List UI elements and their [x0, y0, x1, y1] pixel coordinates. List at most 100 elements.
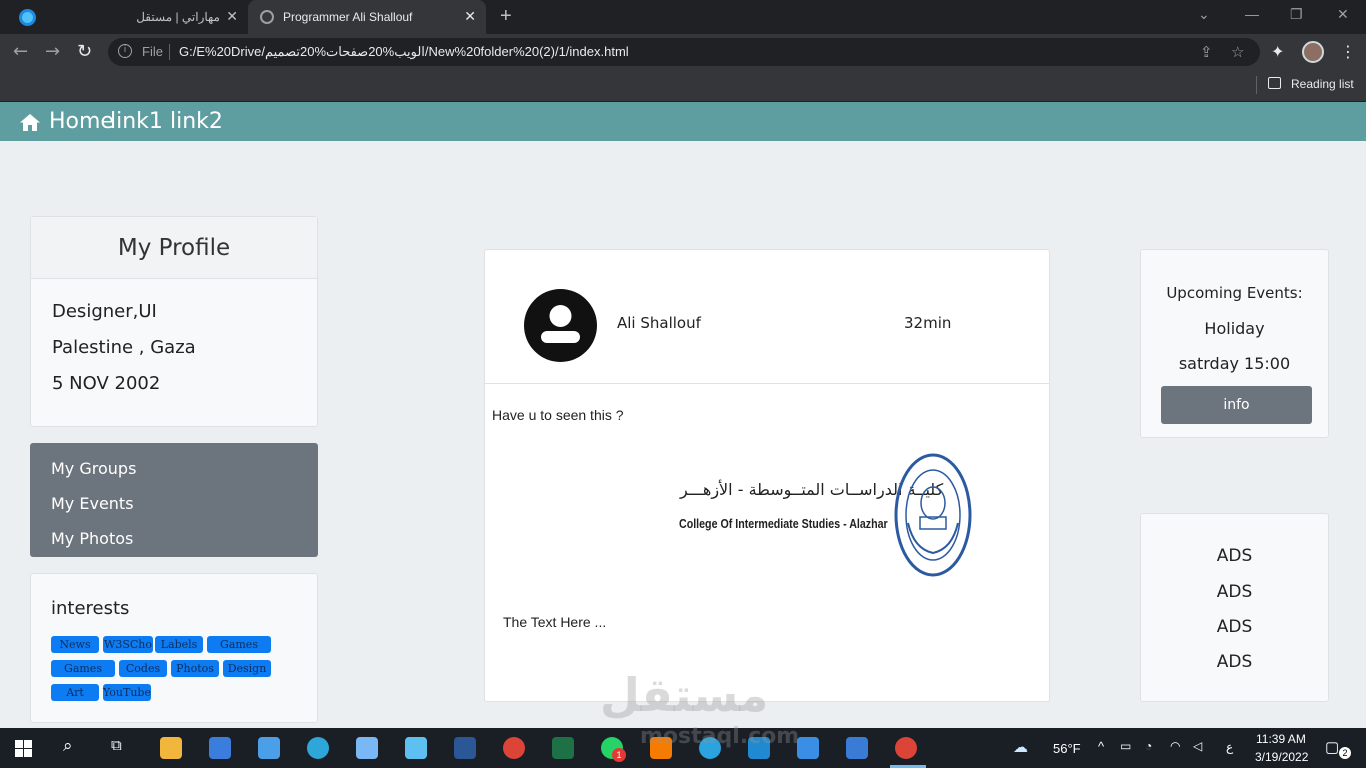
share-icon[interactable]: ⇪	[1200, 43, 1213, 61]
3d-viewer-icon[interactable]	[356, 737, 378, 759]
weather-icon[interactable]: ☁	[1013, 738, 1028, 756]
profile-avatar[interactable]	[1302, 41, 1324, 63]
chrome-active-icon[interactable]	[895, 737, 917, 759]
globe-icon	[260, 10, 274, 24]
profile-card-header: My Profile	[31, 217, 317, 279]
excel-icon[interactable]	[552, 737, 574, 759]
clock-time[interactable]: 11:39 AM	[1256, 732, 1306, 746]
scheme-label: File	[142, 44, 163, 59]
interest-tag[interactable]: Labels	[155, 636, 203, 653]
browser-toolbar: ← → ↻ i File G:/E%20Drive/الويب%20صفحات%…	[0, 34, 1366, 70]
nav-link1[interactable]: link1	[110, 109, 163, 134]
post-text: The Text Here ...	[503, 614, 607, 630]
video-player-icon[interactable]	[797, 737, 819, 759]
mail-icon[interactable]	[258, 737, 280, 759]
interest-tag[interactable]: Games	[51, 660, 115, 677]
profile-location: Palestine , Gaza	[52, 337, 196, 358]
interest-tag[interactable]: Art	[51, 684, 99, 701]
close-icon[interactable]: ✕	[226, 8, 238, 25]
tab-title: Programmer Ali Shallouf	[283, 10, 413, 24]
notification-badge: 1	[612, 748, 626, 762]
extensions-icon[interactable]: ✦	[1271, 42, 1284, 61]
nav-home-link[interactable]: Home	[49, 109, 114, 134]
tab-search-icon[interactable]: ⌄	[1198, 6, 1210, 23]
ad-item[interactable]: ADS	[1141, 652, 1328, 672]
post-author[interactable]: Ali Shallouf	[617, 314, 701, 332]
interest-tag[interactable]: Design	[223, 660, 271, 677]
menu-item-events[interactable]: My Events	[51, 494, 134, 513]
college-logo-english: College Of Intermediate Studies - Alazha…	[679, 516, 888, 531]
divider	[1256, 76, 1257, 94]
menu-item-groups[interactable]: My Groups	[51, 459, 136, 478]
bookmark-star-icon[interactable]: ☆	[1231, 43, 1244, 61]
window-close-button[interactable]: ✕	[1337, 6, 1349, 23]
interest-tag[interactable]: Photos	[171, 660, 219, 677]
battery-icon[interactable]: ▭	[1120, 739, 1131, 753]
ads-card: ADS ADS ADS ADS	[1140, 513, 1329, 702]
virtualbox-icon[interactable]	[405, 737, 427, 759]
interest-tag[interactable]: Games	[207, 636, 271, 653]
tab-mostaql[interactable]: مهاراتي | مستقل ✕	[40, 0, 246, 34]
more-menu-icon[interactable]: ⋮	[1340, 42, 1356, 61]
events-card: Upcoming Events: Holiday satrday 15:00 i…	[1140, 249, 1329, 438]
minimize-button[interactable]: —	[1245, 6, 1259, 22]
back-icon[interactable]: ←	[13, 41, 28, 62]
tab-title: مهاراتي | مستقل	[136, 10, 220, 24]
network-icon[interactable]: ◔	[1145, 739, 1152, 753]
edge-icon[interactable]	[307, 737, 329, 759]
reload-icon[interactable]: ↻	[77, 41, 92, 62]
ad-item[interactable]: ADS	[1141, 582, 1328, 602]
task-view-icon[interactable]: ⧉	[111, 736, 122, 754]
user-avatar-icon[interactable]	[524, 289, 597, 362]
interests-card: interests News W3SCho Labels Games Games…	[30, 573, 318, 723]
address-bar[interactable]: i File G:/E%20Drive/الويب%20صفحات%20تصمي…	[108, 38, 1260, 66]
ad-item[interactable]: ADS	[1141, 617, 1328, 637]
notifications-icon[interactable]: ▢	[1325, 738, 1339, 756]
volume-icon[interactable]: ◁	[1193, 739, 1202, 753]
tab-programmer[interactable]: Programmer Ali Shallouf ✕	[248, 0, 486, 34]
info-button[interactable]: info	[1161, 386, 1312, 424]
interest-tag[interactable]: News	[51, 636, 99, 653]
bookmarks-bar: Reading list	[0, 70, 1366, 102]
clock-date[interactable]: 3/19/2022	[1255, 750, 1308, 764]
home-icon[interactable]	[20, 114, 40, 131]
post-header: Ali Shallouf 32min	[485, 250, 1049, 384]
post-card: Ali Shallouf 32min Have u to seen this ?…	[484, 249, 1050, 702]
profile-card: My Profile Designer,UI Palestine , Gaza …	[30, 216, 318, 427]
chrome-icon[interactable]	[503, 737, 525, 759]
reading-list-icon[interactable]	[1268, 77, 1281, 89]
browser-tab-strip: مهاراتي | مستقل ✕ Programmer Ali Shallou…	[0, 0, 1366, 34]
windows-start-icon[interactable]	[15, 740, 32, 757]
interest-tag[interactable]: W3SCho	[103, 636, 153, 653]
tray-chevron-icon[interactable]: ^	[1098, 739, 1104, 754]
weather-temp[interactable]: 56°F	[1053, 741, 1081, 756]
menu-item-photos[interactable]: My Photos	[51, 529, 133, 548]
wifi-icon[interactable]: ◠	[1170, 739, 1180, 753]
post-time: 32min	[904, 314, 952, 332]
profile-menu: My Groups My Events My Photos	[30, 443, 318, 557]
reading-list-button[interactable]: Reading list	[1291, 77, 1354, 91]
close-icon[interactable]: ✕	[464, 8, 476, 25]
file-explorer-icon[interactable]	[160, 737, 182, 759]
ad-item[interactable]: ADS	[1141, 546, 1328, 566]
word-icon[interactable]	[454, 737, 476, 759]
interest-tag[interactable]: Codes	[119, 660, 167, 677]
photos-icon[interactable]	[846, 737, 868, 759]
chrome-menu-icon[interactable]	[19, 9, 36, 26]
forward-icon[interactable]: →	[45, 41, 60, 62]
search-icon[interactable]: ⌕	[63, 736, 73, 756]
profile-title: My Profile	[117, 235, 231, 261]
event-time: satrday 15:00	[1178, 354, 1291, 373]
url-text[interactable]: G:/E%20Drive/الويب%20صفحات%20تصميم/New%2…	[179, 44, 629, 60]
nav-link2[interactable]: link2	[170, 109, 223, 134]
new-tab-button[interactable]: +	[500, 5, 512, 28]
info-icon[interactable]: i	[118, 44, 132, 58]
events-title: Upcoming Events:	[1166, 284, 1303, 302]
site-navbar: Home link1 link2	[0, 102, 1366, 141]
post-question: Have u to seen this ?	[492, 407, 624, 423]
interest-tag[interactable]: YouTube	[103, 684, 151, 701]
language-indicator[interactable]: ع	[1226, 740, 1233, 754]
restore-button[interactable]: ❐	[1290, 6, 1303, 23]
watermark-logo: مستقل	[600, 668, 769, 722]
store-icon[interactable]	[209, 737, 231, 759]
